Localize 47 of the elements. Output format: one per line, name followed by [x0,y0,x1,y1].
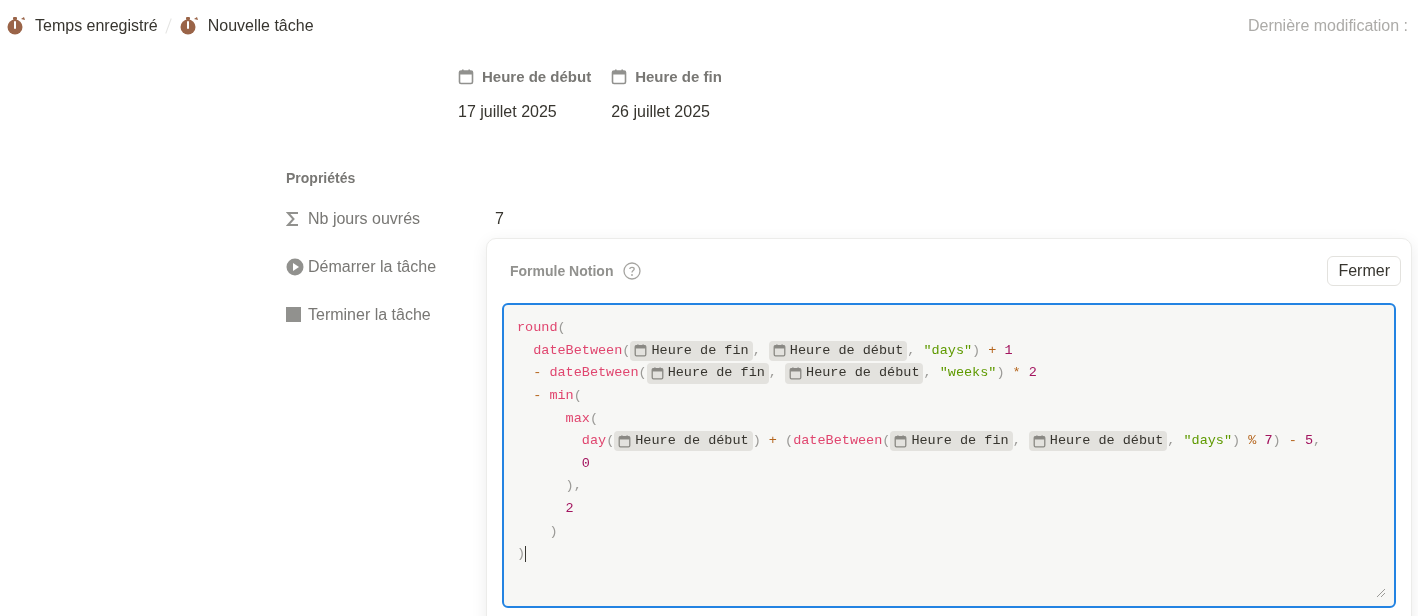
calendar-icon [634,344,648,358]
last-modified-text: Dernière modification : [1247,16,1409,36]
calendar-icon [650,367,664,380]
breadcrumb-link[interactable]: Temps enregistré [6,14,158,38]
formula-editor[interactable] [502,303,1396,608]
breadcrumb-link[interactable]: Nouvelle tâche [178,14,314,38]
help-icon[interactable] [623,262,642,280]
sigma-icon [286,210,300,227]
calendar-icon [1032,434,1046,448]
property-chip: Heure de fin [630,340,753,361]
calendar-icon [611,69,628,86]
calendar-icon [458,69,474,86]
code-line: 2 [564,499,575,518]
property-value: 7 [495,208,504,229]
stop-icon [286,307,301,322]
play-icon [286,257,304,276]
stopwatch-icon [178,16,199,36]
code-line: max( [564,409,600,428]
stopwatch-icon [6,16,26,36]
close-button[interactable]: Fermer [1327,256,1401,286]
property-chip: Heure de fin [646,363,769,384]
calendar-icon [894,434,908,448]
calendar-icon [772,344,786,358]
date-label: Heure de fin [635,67,722,87]
property-label[interactable]: Nb jours ouvrés [308,206,495,231]
code-line: ), [564,477,583,496]
date-value: 26 juillet 2025 [611,101,711,122]
calendar-icon [618,434,632,448]
popup-title: Formule Notion [510,261,614,281]
code-line: 0 [580,454,591,473]
code-line: ) [548,522,559,541]
property-chip: Heure de fin [890,431,1013,452]
property-chip: Heure de début [785,363,924,384]
section-title: Propriétés [286,168,357,188]
code-line: round( [517,319,567,338]
property-chip: Heure de début [1028,431,1168,452]
code-line: ) [517,545,528,565]
date-label: Heure de début [482,67,592,87]
calendar-icon [789,367,803,380]
date-value: 17 juillet 2025 [458,101,558,122]
resize-handle-icon[interactable] [1376,588,1386,598]
property-chip: Heure de début [768,340,908,361]
code-line: - min( [532,386,583,405]
code-line: dateBetween( Heure de fin , Heure de début , "days") + 1 [517,339,1394,363]
code-line: day( Heure de début ) + (dateBetween( Heure de fin , Heure de début , "days") % 7) - 5, [517,429,1394,453]
code-line: - dateBetween( Heure de fin , Heure de début , "weeks") * 2 [517,362,1394,385]
property-chip: Heure de début [614,431,753,452]
